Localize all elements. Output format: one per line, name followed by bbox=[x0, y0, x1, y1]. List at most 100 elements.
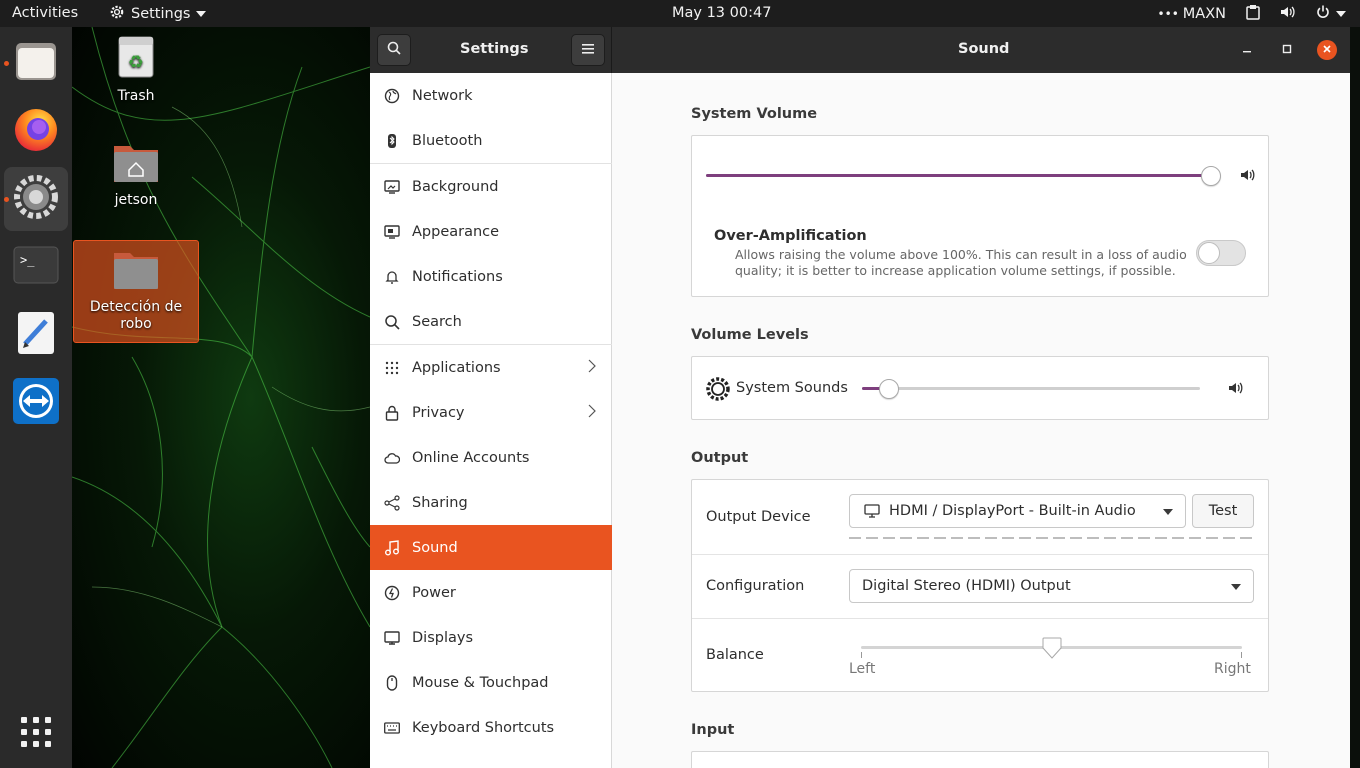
bell-icon bbox=[384, 269, 400, 285]
search-button[interactable] bbox=[377, 34, 411, 66]
configuration-label: Configuration bbox=[706, 578, 805, 594]
sidebar-item-label: Search bbox=[412, 313, 462, 330]
output-level-meter bbox=[849, 537, 1254, 539]
sidebar-item-label: Appearance bbox=[412, 223, 500, 240]
teamviewer-icon bbox=[12, 377, 60, 429]
display-icon bbox=[384, 630, 400, 646]
dock-firefox[interactable] bbox=[4, 99, 68, 163]
system-volume-slider-fill bbox=[706, 174, 1212, 177]
sidebar-item-power[interactable]: Power bbox=[370, 570, 612, 615]
sidebar-item-search[interactable]: Search bbox=[370, 299, 612, 344]
balance-right-label: Right bbox=[1214, 661, 1251, 677]
output-device-dropdown[interactable]: HDMI / DisplayPort - Built-in Audio bbox=[849, 494, 1186, 528]
sidebar-item-label: Displays bbox=[412, 629, 474, 646]
sidebar-item-online-accounts[interactable]: Online Accounts bbox=[370, 435, 612, 480]
switch-knob bbox=[1198, 242, 1220, 264]
sidebar-item-sound[interactable]: Sound bbox=[370, 525, 612, 570]
app-menu[interactable]: Settings bbox=[109, 4, 207, 24]
desktop-icon-label: Trash bbox=[117, 88, 155, 104]
running-indicator bbox=[4, 61, 9, 66]
sidebar-item-label: Notifications bbox=[412, 268, 503, 285]
firefox-icon bbox=[12, 105, 60, 157]
bluetooth-icon bbox=[384, 133, 400, 149]
network-icon bbox=[384, 88, 400, 104]
page-title: Sound bbox=[958, 41, 1010, 57]
sidebar-item-appearance[interactable]: Appearance bbox=[370, 209, 612, 254]
dock-teamviewer[interactable] bbox=[4, 371, 68, 435]
speaker-icon bbox=[1228, 381, 1244, 399]
sidebar-item-network[interactable]: Network bbox=[370, 73, 612, 118]
sidebar-item-background[interactable]: Background bbox=[370, 164, 612, 209]
cloud-icon bbox=[384, 450, 400, 466]
close-icon bbox=[1322, 42, 1332, 58]
desktop-wallpaper bbox=[72, 27, 370, 768]
dock-settings[interactable] bbox=[4, 167, 68, 231]
settings-icon bbox=[13, 174, 59, 224]
show-apps-icon bbox=[20, 716, 52, 752]
power-menu[interactable] bbox=[1316, 5, 1346, 23]
system-sounds-label: System Sounds bbox=[736, 380, 848, 396]
desktop-icon-trash[interactable]: ♻ Trash bbox=[73, 34, 199, 105]
dock-terminal[interactable]: >_ bbox=[4, 235, 68, 299]
sidebar-item-label: Mouse & Touchpad bbox=[412, 674, 549, 691]
sidebar-item-label: Background bbox=[412, 178, 499, 195]
sidebar-item-applications[interactable]: Applications bbox=[370, 345, 612, 390]
sidebar-item-notifications[interactable]: Notifications bbox=[370, 254, 612, 299]
sidebar-item-label: Privacy bbox=[412, 404, 465, 421]
section-title-output: Output bbox=[691, 450, 749, 466]
trash-icon: ♻ bbox=[116, 34, 156, 84]
output-panel: Output Device HDMI / DisplayPort - Built… bbox=[691, 479, 1269, 692]
sidebar-item-label: Sound bbox=[412, 539, 458, 556]
section-title-input: Input bbox=[691, 722, 735, 738]
close-button[interactable] bbox=[1317, 40, 1337, 60]
desktop-icon-label: jetson bbox=[114, 192, 158, 208]
desktop-icon-jetson[interactable]: jetson bbox=[73, 140, 199, 209]
over-amplification-switch[interactable] bbox=[1196, 240, 1246, 266]
output-device-label: Output Device bbox=[706, 509, 811, 525]
configuration-value: Digital Stereo (HDMI) Output bbox=[862, 578, 1071, 594]
sound-page: System Volume Over-Amplification Allows … bbox=[613, 73, 1350, 768]
volume-icon[interactable] bbox=[1280, 4, 1296, 24]
lock-icon bbox=[384, 405, 400, 421]
sidebar-item-bluetooth[interactable]: Bluetooth bbox=[370, 118, 612, 163]
menu-button[interactable] bbox=[571, 34, 605, 66]
system-volume-panel: Over-Amplification Allows raising the vo… bbox=[691, 135, 1269, 297]
desktop-icon-deteccion[interactable]: Detección de robo bbox=[73, 240, 199, 343]
maximize-button[interactable] bbox=[1277, 40, 1297, 60]
content-header: Sound bbox=[612, 27, 1350, 73]
sidebar-item-label: Keyboard Shortcuts bbox=[412, 719, 555, 736]
minimize-button[interactable] bbox=[1237, 40, 1257, 60]
grid-icon bbox=[384, 360, 400, 376]
running-indicator bbox=[4, 197, 9, 202]
volume-levels-panel: System Sounds bbox=[691, 356, 1269, 420]
share-icon bbox=[384, 494, 400, 511]
configuration-dropdown[interactable]: Digital Stereo (HDMI) Output bbox=[849, 569, 1254, 603]
show-apps-button[interactable] bbox=[4, 702, 68, 766]
sidebar-item-sharing[interactable]: Sharing bbox=[370, 480, 612, 525]
sidebar-item-displays[interactable]: Displays bbox=[370, 615, 612, 660]
over-amplification-title: Over-Amplification bbox=[714, 228, 867, 244]
dock-files[interactable] bbox=[4, 31, 68, 95]
sidebar-item-privacy[interactable]: Privacy bbox=[370, 390, 612, 435]
dock-text-editor[interactable] bbox=[4, 303, 68, 367]
system-volume-slider-handle[interactable] bbox=[1201, 166, 1221, 186]
balance-slider-handle[interactable] bbox=[1042, 637, 1062, 659]
activities-button[interactable]: Activities bbox=[12, 5, 78, 21]
monitor-icon bbox=[864, 504, 880, 518]
system-sounds-slider-track[interactable] bbox=[862, 387, 1200, 390]
section-title-system-volume: System Volume bbox=[691, 106, 818, 122]
balance-label: Balance bbox=[706, 647, 764, 663]
power-mode-indicator[interactable]: ••• MAXN bbox=[1158, 6, 1226, 22]
test-button[interactable]: Test bbox=[1192, 494, 1254, 528]
system-sounds-slider-handle[interactable] bbox=[878, 379, 899, 399]
clipboard-icon[interactable] bbox=[1246, 4, 1260, 24]
chevron-right-icon bbox=[588, 359, 596, 377]
sidebar-item-keyboard-shortcuts[interactable]: Keyboard Shortcuts bbox=[370, 705, 612, 750]
power-icon bbox=[1316, 5, 1330, 23]
folder-icon bbox=[112, 247, 160, 295]
sidebar-item-mouse-touchpad[interactable]: Mouse & Touchpad bbox=[370, 660, 612, 705]
system-tray: ••• MAXN bbox=[1158, 4, 1346, 24]
settings-window: Settings Sound Network Bluetooth Backgro… bbox=[370, 27, 1350, 768]
svg-text:>_: >_ bbox=[20, 253, 35, 267]
clock[interactable]: May 13 00:47 bbox=[672, 5, 771, 21]
